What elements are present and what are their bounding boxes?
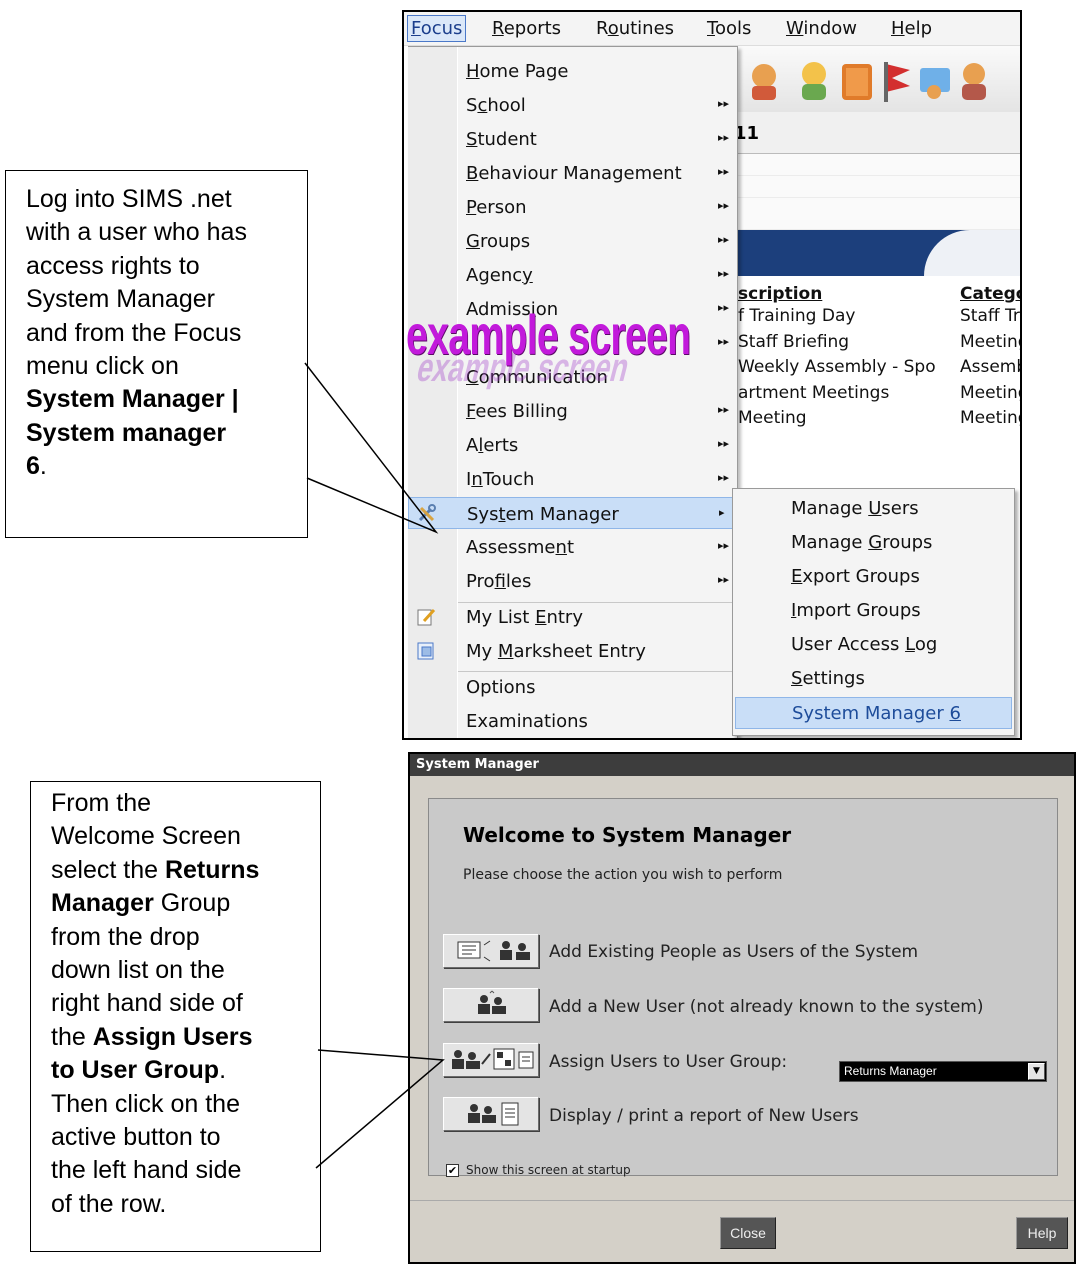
callout-pointer-lines xyxy=(304,362,445,1169)
